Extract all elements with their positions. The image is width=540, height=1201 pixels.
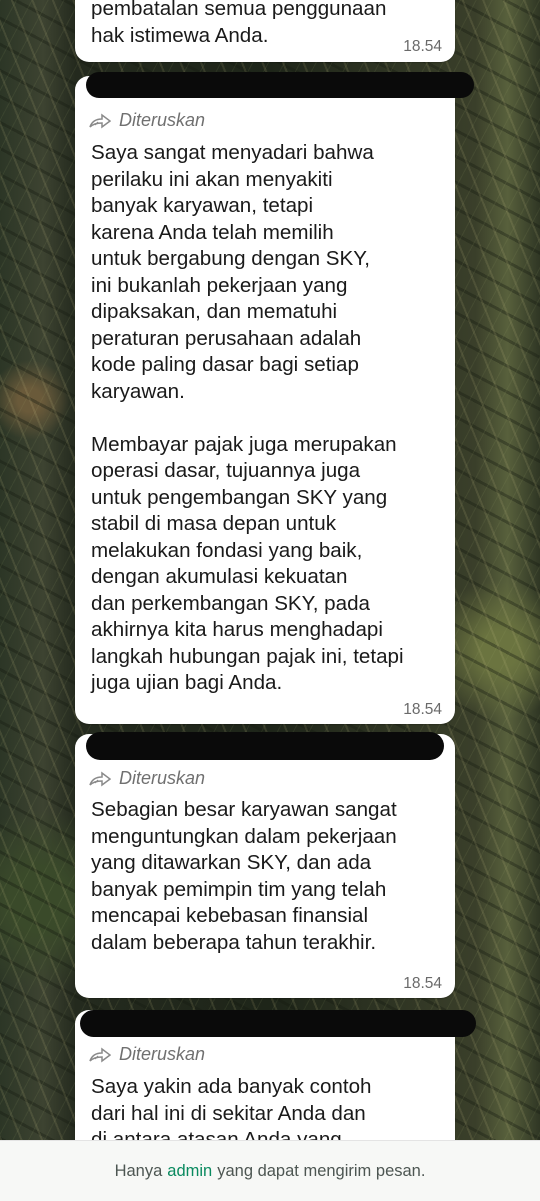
message-text: pembatalan semua penggunaan hak istimewa…: [91, 0, 387, 47]
sender-name-redacted: [80, 1010, 476, 1037]
message-bubble-2[interactable]: Diteruskan Saya sangat menyadari bahwa p…: [75, 76, 455, 724]
message-text: Sebagian besar karyawan sangat menguntun…: [91, 798, 397, 954]
forward-arrow-icon: [89, 771, 111, 786]
sender-name-redacted: [86, 72, 474, 98]
forwarded-text: Diteruskan: [119, 1044, 206, 1064]
message-text: Saya sangat menyadari bahwa perilaku ini…: [91, 141, 404, 694]
message-time: 18.54: [403, 701, 442, 718]
message-bubble-3[interactable]: +^ ^^^ ^^^^ ^^^^ Diteruskan Sebagian bes…: [75, 734, 455, 998]
forwarded-label: Diteruskan: [89, 110, 205, 131]
forwarded-text: Diteruskan: [119, 110, 206, 130]
sender-name-redacted: [86, 732, 444, 760]
forwarded-label: Diteruskan: [89, 1044, 205, 1065]
notice-prefix: Hanya: [114, 1161, 163, 1180]
admin-only-notice: Hanya admin yang dapat mengirim pesan.: [0, 1140, 540, 1201]
message-time: 18.54: [403, 38, 442, 55]
notice-suffix: yang dapat mengirim pesan.: [217, 1161, 426, 1180]
message-time: 18.54: [403, 975, 442, 992]
forwarded-label: Diteruskan: [89, 768, 205, 789]
message-bubble-1[interactable]: pembatalan semua penggunaan hak istimewa…: [75, 0, 455, 62]
forwarded-text: Diteruskan: [119, 768, 206, 788]
admin-link[interactable]: admin: [167, 1162, 212, 1181]
forward-arrow-icon: [89, 1047, 111, 1062]
forward-arrow-icon: [89, 113, 111, 128]
